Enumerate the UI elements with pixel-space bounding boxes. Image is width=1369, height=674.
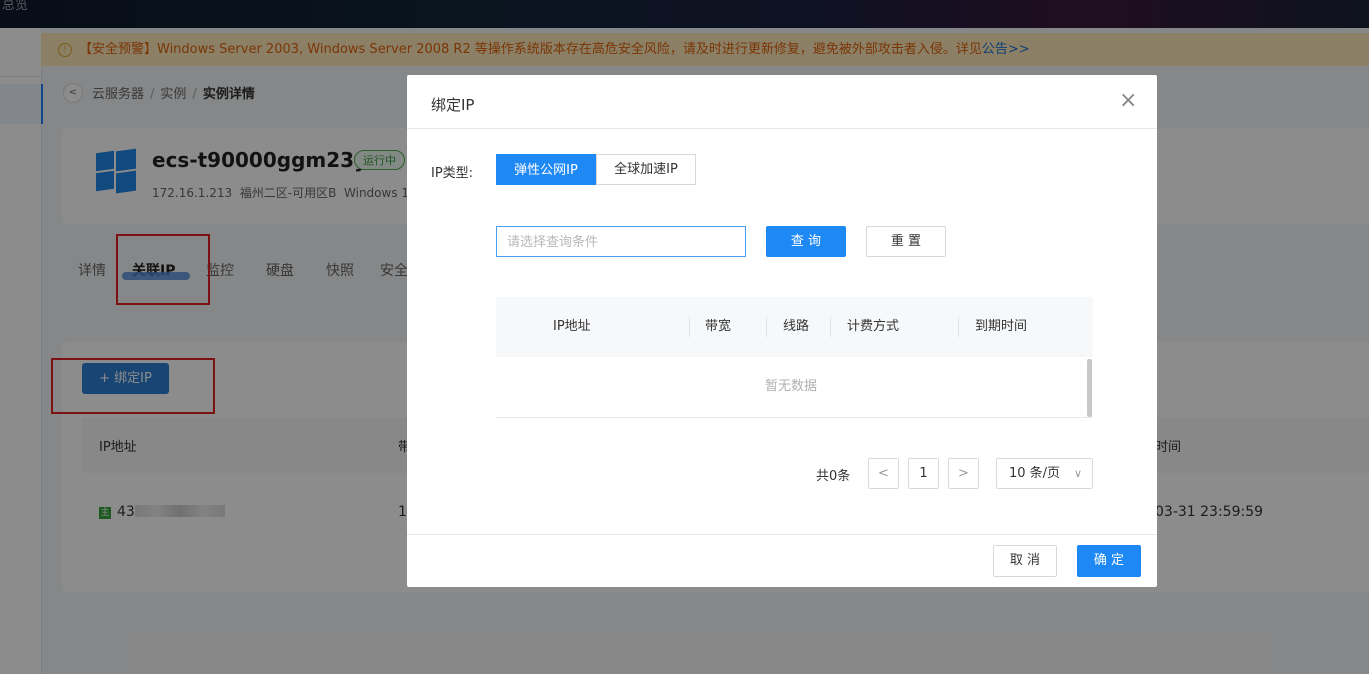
table-scrollbar[interactable] [1087,359,1092,417]
pagination-prev-button[interactable]: < [868,458,899,489]
query-condition-input[interactable] [496,226,746,257]
column-header-bandwidth: 带宽 [705,319,732,334]
pagination-total: 共0条 [816,469,851,484]
pagination-next-button[interactable]: > [948,458,979,489]
bind-ip-dialog: 绑定IP × IP类型: 弹性公网IP 全球加速IP 查 询 重 置 IP地址 … [407,75,1157,587]
column-header-ip: IP地址 [553,319,591,334]
column-header-billing: 计费方式 [847,319,900,334]
column-header-line: 线路 [783,319,810,334]
reset-button[interactable]: 重 置 [866,226,946,257]
ip-list-table-body: 暂无数据 [496,357,1093,418]
ip-list-table-header: IP地址 带宽 线路 计费方式 到期时间 [496,297,1093,357]
dialog-footer-divider [407,534,1157,535]
close-icon[interactable]: × [1119,89,1137,113]
pagination-page-1[interactable]: 1 [908,458,939,489]
column-header-expiry: 到期时间 [975,319,1028,334]
cancel-button[interactable]: 取 消 [993,545,1057,577]
chevron-down-icon: ∨ [1073,467,1082,480]
ip-type-global-acceleration[interactable]: 全球加速IP [596,154,696,185]
empty-state-text: 暂无数据 [764,379,817,394]
confirm-button[interactable]: 确 定 [1077,545,1141,577]
query-button[interactable]: 查 询 [766,226,846,257]
dialog-header-divider [407,128,1157,129]
ip-type-label: IP类型: [431,166,474,181]
ip-type-elastic-public[interactable]: 弹性公网IP [496,154,596,185]
dialog-title: 绑定IP [431,96,475,114]
page-size-select[interactable]: 10 条/页 ∨ [996,458,1093,489]
